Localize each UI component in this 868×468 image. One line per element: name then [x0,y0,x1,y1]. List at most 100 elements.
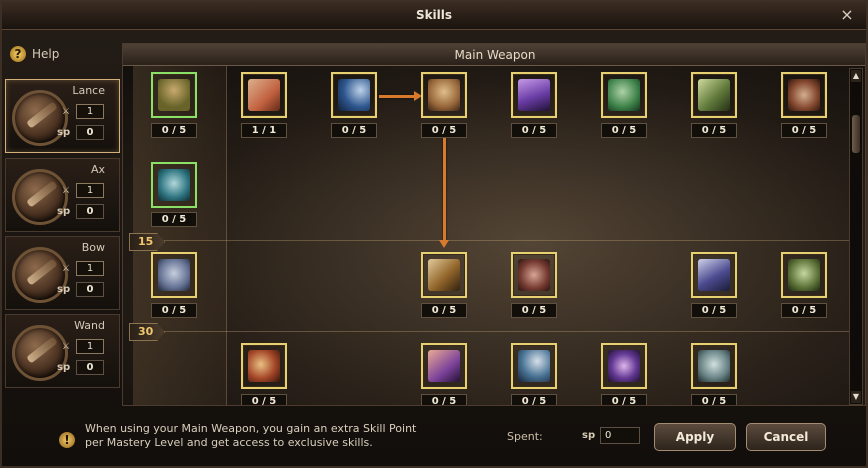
flame-burst-icon [248,350,280,382]
weapon-name: Lance [72,84,105,97]
skill-tree-panel: Main Weapon 15 30 0 / 5 1 / 1 0 / 5 0 / … [122,43,866,406]
skill-slot[interactable] [781,252,827,298]
skill-points: 0 / 5 [331,123,377,138]
skill-slot[interactable] [511,343,557,389]
help-label: Help [32,47,60,61]
heal-armor-icon [788,259,820,291]
skill-slot[interactable] [781,72,827,118]
skill-points: 0 / 5 [691,303,737,318]
sp-label: sp [57,362,71,373]
weapon-bow[interactable]: Bow ⚔ 1 sp 0 [5,236,120,310]
spent-value: 0 [600,427,640,444]
skill-points: 0 / 5 [421,123,467,138]
tier-divider [133,331,853,332]
skill-tree-scrollbar[interactable]: ▲ ▼ [849,68,863,405]
skill-points: 0 / 5 [151,303,197,318]
close-icon[interactable]: × [838,6,856,24]
skill-points: 0 / 5 [151,123,197,138]
skill-points: 0 / 5 [421,303,467,318]
fist-icon [788,79,820,111]
sp-value: 0 [76,360,104,375]
shield-aura-icon [158,169,190,201]
title-bar: Skills × [2,2,866,30]
mastery-level: 1 [76,183,104,198]
sp-label: sp [57,127,71,138]
lance-thrust-icon [248,79,280,111]
spent-sp-label: sp [582,430,596,441]
poison-roar-icon [608,79,640,111]
info-message: When using your Main Weapon, you gain an… [85,422,417,449]
fire-spin-icon [428,350,460,382]
skill-points: 0 / 5 [601,123,647,138]
skill-points: 0 / 5 [421,394,467,405]
skill-slot[interactable] [151,72,197,118]
skill-slot[interactable] [421,72,467,118]
weapon-ax[interactable]: Ax ⚔ 1 sp 0 [5,158,120,232]
info-icon: ! [59,432,75,448]
sp-value: 0 [76,204,104,219]
skills-window: Skills × ? Help Lance ⚔ 1 sp 0 Ax ⚔ 1 sp… [0,0,868,468]
sp-value: 0 [76,125,104,140]
sp-label: sp [57,284,71,295]
spent-label: Spent: [507,430,543,443]
skill-points: 0 / 5 [691,123,737,138]
prerequisite-arrow [379,91,422,101]
mastery-level-icon: ⚔ [62,107,71,117]
skill-tree-header: Main Weapon [123,44,865,66]
muscle-buff-icon [158,79,190,111]
mastery-level: 1 [76,339,104,354]
armor-guard-icon [158,259,190,291]
scroll-thumb[interactable] [852,115,860,153]
skill-slot[interactable] [241,343,287,389]
help-icon: ? [10,46,26,62]
skill-points: 0 / 5 [511,123,557,138]
spear-strike-icon [428,79,460,111]
sp-value: 0 [76,282,104,297]
skill-slot[interactable] [691,72,737,118]
scroll-down-icon[interactable]: ▼ [851,391,861,403]
skill-slot[interactable] [601,343,647,389]
skill-slot[interactable] [151,162,197,208]
mastery-level-icon: ⚔ [62,186,71,196]
skill-slot[interactable] [691,343,737,389]
prerequisite-arrow [439,128,449,248]
mastery-level: 1 [76,104,104,119]
skill-slot[interactable] [331,72,377,118]
dark-slash-icon [518,79,550,111]
skill-points: 0 / 5 [511,394,557,405]
skill-slot[interactable] [421,343,467,389]
skill-points: 0 / 5 [241,394,287,405]
weapon-wand[interactable]: Wand ⚔ 1 sp 0 [5,314,120,388]
skill-points: 1 / 1 [241,123,287,138]
weapon-name: Ax [90,163,105,176]
sp-label: sp [57,206,71,217]
spear-shield-icon [698,259,730,291]
skill-slot[interactable] [601,72,647,118]
cancel-button[interactable]: Cancel [746,423,826,451]
mastery-level: 1 [76,261,104,276]
multi-spear-icon [428,259,460,291]
war-cry-icon [518,259,550,291]
skill-slot[interactable] [421,252,467,298]
mastery-level-icon: ⚔ [62,342,71,352]
weapon-lance[interactable]: Lance ⚔ 1 sp 0 [5,79,120,153]
vortex-icon [608,350,640,382]
skill-slot[interactable] [691,252,737,298]
skill-slot[interactable] [511,252,557,298]
apply-button[interactable]: Apply [654,423,736,451]
spear-burst-icon [338,79,370,111]
lightning-strike-icon [518,350,550,382]
mastery-level-icon: ⚔ [62,264,71,274]
weapon-name: Bow [81,241,105,254]
scroll-up-icon[interactable]: ▲ [851,70,861,82]
skill-points: 0 / 5 [781,123,827,138]
help-button[interactable]: ? Help [10,46,59,62]
skill-slot[interactable] [151,252,197,298]
tier-divider [133,240,853,241]
skill-slot[interactable] [511,72,557,118]
skill-slot[interactable] [241,72,287,118]
weapon-name: Wand [74,319,105,332]
skill-points: 0 / 5 [151,212,197,227]
skill-points: 0 / 5 [691,394,737,405]
window-title: Skills [415,8,453,22]
